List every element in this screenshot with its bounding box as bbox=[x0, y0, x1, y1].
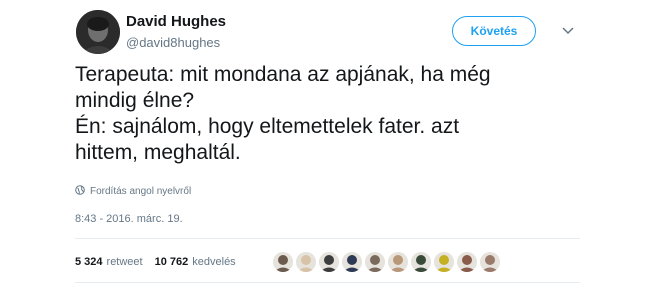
retweet-count[interactable]: 5 324 retweet bbox=[75, 256, 143, 268]
liker-avatar[interactable] bbox=[341, 251, 363, 273]
translate-label: Fordítás angol nyelvről bbox=[90, 186, 192, 197]
tweet-line: mindig élne? bbox=[75, 89, 195, 112]
like-label: kedvelés bbox=[192, 256, 236, 268]
globe-icon bbox=[75, 185, 85, 198]
tweet-text: Terapeuta: mit mondana az apjának, ha mé… bbox=[75, 62, 575, 166]
translate-link[interactable]: Fordítás angol nyelvről bbox=[75, 185, 191, 198]
author-name[interactable]: David Hughes bbox=[126, 13, 226, 30]
liker-avatar[interactable] bbox=[364, 251, 386, 273]
like-number: 10 762 bbox=[154, 256, 189, 268]
divider bbox=[75, 238, 580, 239]
tweet-line: hittem, meghaltál. bbox=[75, 141, 241, 164]
tweet-card: David Hughes @david8hughes Követés Terap… bbox=[63, 0, 593, 287]
liker-avatar[interactable] bbox=[295, 251, 317, 273]
like-count[interactable]: 10 762 kedvelés bbox=[155, 256, 236, 268]
tweet-line: Én: sajnálom, hogy eltemettelek fater. a… bbox=[75, 115, 460, 138]
liker-avatar[interactable] bbox=[433, 251, 455, 273]
follow-button[interactable]: Követés bbox=[452, 16, 536, 46]
avatar[interactable] bbox=[76, 10, 120, 54]
liker-avatar[interactable] bbox=[410, 251, 432, 273]
timestamp[interactable]: 8:43 - 2016. márc. 19. bbox=[75, 213, 183, 225]
liker-avatar[interactable] bbox=[272, 251, 294, 273]
chevron-down-icon[interactable] bbox=[558, 21, 578, 41]
liker-avatar[interactable] bbox=[387, 251, 409, 273]
tweet-stats: 5 324 retweet 10 762 kedvelés bbox=[75, 256, 236, 268]
liker-avatar[interactable] bbox=[456, 251, 478, 273]
liker-avatars bbox=[272, 251, 501, 273]
liker-avatar[interactable] bbox=[479, 251, 501, 273]
retweet-label: retweet bbox=[106, 256, 143, 268]
divider bbox=[75, 282, 580, 283]
author-handle[interactable]: @david8hughes bbox=[126, 35, 220, 50]
tweet-line: Terapeuta: mit mondana az apjának, ha mé… bbox=[75, 63, 491, 86]
liker-avatar[interactable] bbox=[318, 251, 340, 273]
retweet-number: 5 324 bbox=[75, 256, 103, 268]
